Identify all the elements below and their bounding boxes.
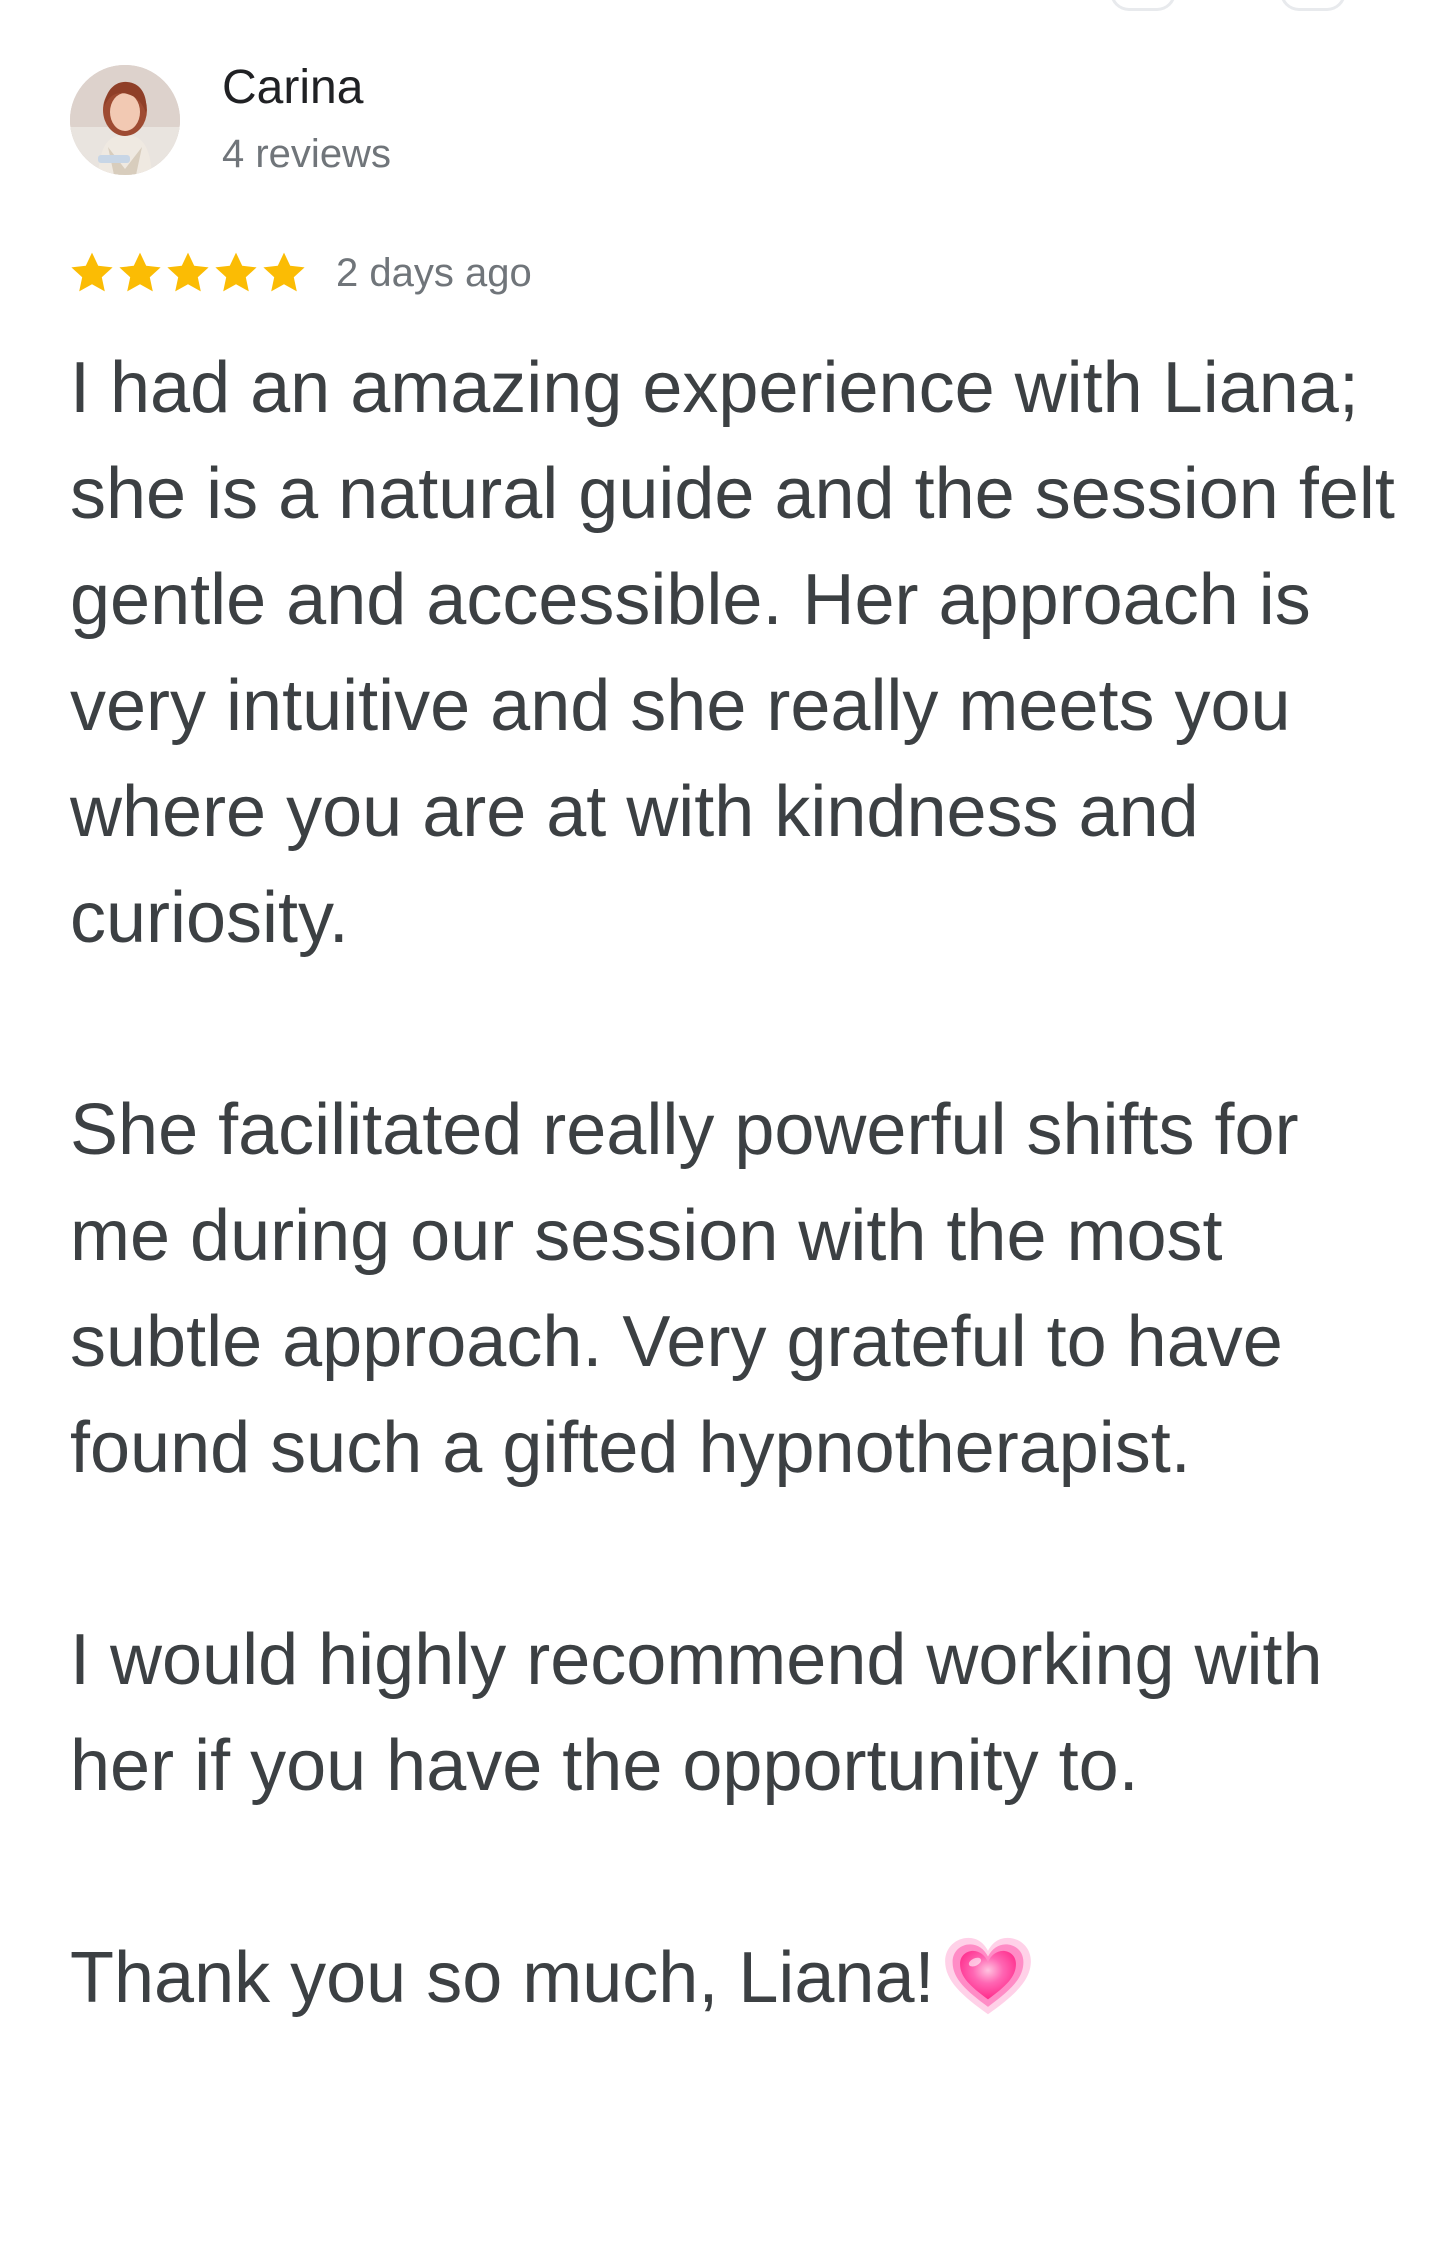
review-card: Carina 4 reviews 2 days ago I had an ama… — [0, 0, 1440, 2263]
star-icon — [263, 252, 305, 292]
review-paragraph: I would highly recommend working with he… — [70, 1620, 1323, 1806]
reviewer-name[interactable]: Carina — [222, 58, 391, 118]
rating-row: 2 days ago — [68, 247, 532, 299]
reviewer-info: Carina 4 reviews — [222, 58, 391, 182]
star-icon — [215, 252, 257, 292]
review-closing-text: Thank you so much, Liana! — [70, 1938, 935, 2018]
star-rating — [68, 249, 308, 297]
star-icon — [167, 252, 209, 292]
review-text: I had an amazing experience with Liana; … — [70, 335, 1410, 2031]
review-date: 2 days ago — [336, 251, 532, 295]
heart-icon — [944, 1937, 1031, 2015]
reviewer-avatar[interactable] — [70, 65, 180, 175]
reviewer-review-count: 4 reviews — [222, 132, 391, 176]
reviewer-header: Carina 4 reviews — [70, 58, 391, 182]
star-icon — [71, 252, 113, 292]
star-icon — [119, 252, 161, 292]
review-paragraph: She facilitated really powerful shifts f… — [70, 1090, 1299, 1488]
review-paragraph-last: Thank you so much, Liana! — [70, 1925, 1410, 2031]
avatar-image — [70, 65, 180, 175]
review-paragraph: I had an amazing experience with Liana; … — [70, 348, 1395, 958]
